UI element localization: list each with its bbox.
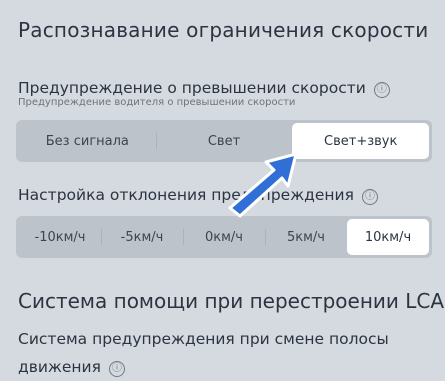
- lane-change-warning-text: Система предупреждения при смене полосы …: [18, 330, 389, 376]
- option-plus-5[interactable]: 5км/ч: [265, 219, 347, 255]
- info-icon[interactable]: ⓘ: [373, 82, 390, 98]
- lca-section-title: Система помощи при перестроении LCA: [18, 289, 445, 313]
- deviation-setting-label-text: Настройка отклонения предупреждения: [18, 186, 354, 204]
- option-minus-10[interactable]: -10км/ч: [19, 219, 101, 255]
- speed-warning-sublabel: Предупреждение водителя о превышении ско…: [18, 97, 296, 108]
- speed-limit-recognition-title: Распознавание ограничения скорости: [18, 18, 429, 42]
- option-plus-10[interactable]: 10км/ч: [347, 219, 429, 255]
- option-minus-5[interactable]: -5км/ч: [101, 219, 183, 255]
- speed-warning-label-text: Предупреждение о превышении скорости: [18, 79, 366, 97]
- pointer-arrow-icon: [228, 152, 298, 218]
- option-no-signal[interactable]: Без сигнала: [19, 123, 156, 159]
- deviation-setting-label: Настройка отклонения предупреждения ⓘ: [18, 186, 378, 205]
- info-icon[interactable]: ⓘ: [108, 361, 125, 377]
- option-light-sound[interactable]: Свет+звук: [292, 123, 430, 159]
- lane-change-warning-label: Система предупреждения при смене полосы …: [18, 325, 418, 381]
- option-0[interactable]: 0км/ч: [183, 219, 265, 255]
- info-icon[interactable]: ⓘ: [361, 189, 378, 205]
- deviation-segmented-control: -10км/ч -5км/ч 0км/ч 5км/ч 10км/ч: [16, 216, 432, 258]
- speed-warning-label: Предупреждение о превышении скорости ⓘ: [18, 79, 390, 98]
